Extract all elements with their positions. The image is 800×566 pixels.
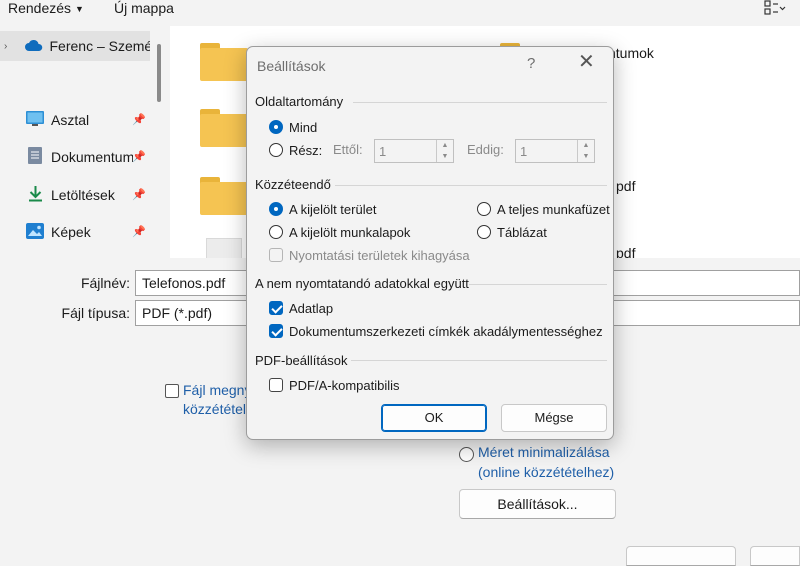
- nav-item-label: Ferenc – Személ: [49, 38, 151, 54]
- active-sheets-radio[interactable]: [269, 225, 283, 239]
- group-divider: [335, 185, 607, 186]
- pin-icon[interactable]: 📌: [132, 150, 146, 163]
- minimize-size-label[interactable]: Méret minimalizálása: [478, 444, 609, 460]
- file-icon[interactable]: [206, 238, 242, 258]
- open-after-publish-label-line2[interactable]: közzététel: [183, 401, 246, 417]
- open-after-publish-checkbox[interactable]: [165, 384, 179, 398]
- non-printing-heading: A nem nyomtatandó adatokkal együtt: [255, 276, 469, 291]
- nav-item-label: Dokumentum: [51, 149, 133, 165]
- document-properties-label[interactable]: Adatlap: [289, 301, 333, 316]
- chevron-right-icon: ›: [4, 40, 8, 52]
- new-folder-label: Új mappa: [114, 0, 174, 16]
- spin-up-icon[interactable]: ▲: [437, 140, 453, 151]
- ignore-print-areas-checkbox[interactable]: [269, 248, 283, 262]
- minimize-size-label-line2[interactable]: (online közzétételhez): [478, 464, 614, 480]
- nav-item-label: Letöltések: [51, 187, 115, 203]
- pictures-icon: [26, 222, 44, 242]
- open-after-publish-label[interactable]: Fájl megny: [183, 382, 251, 398]
- pin-icon[interactable]: 📌: [132, 225, 146, 238]
- cancel-button-partial[interactable]: [750, 546, 800, 566]
- help-icon[interactable]: ?: [527, 55, 535, 72]
- nav-item-desktop[interactable]: Asztal 📌: [0, 105, 150, 135]
- selection-label[interactable]: A kijelölt terület: [289, 202, 376, 217]
- pdf-options-heading: PDF-beállítások: [255, 353, 348, 368]
- spin-down-icon[interactable]: ▼: [578, 151, 594, 162]
- command-bar: Rendezés ▼ Új mappa: [0, 0, 800, 26]
- dialog-title: Beállítások: [257, 58, 326, 74]
- to-label: Eddig:: [467, 142, 504, 157]
- page-range-all-label[interactable]: Mind: [289, 120, 317, 135]
- table-radio[interactable]: [477, 225, 491, 239]
- file-name[interactable]: ntumok: [608, 45, 654, 61]
- nav-item-documents[interactable]: Dokumentum 📌: [0, 142, 150, 172]
- group-divider: [469, 284, 607, 285]
- save-button-partial[interactable]: [626, 546, 736, 566]
- folder-icon[interactable]: [200, 109, 248, 147]
- pin-icon[interactable]: 📌: [132, 113, 146, 126]
- nav-item-onedrive[interactable]: › Ferenc – Személ: [0, 31, 150, 61]
- document-properties-checkbox[interactable]: [269, 301, 283, 315]
- filename-label: Fájlnév:: [80, 275, 130, 291]
- file-name[interactable]: pdf: [616, 178, 635, 194]
- entire-workbook-radio[interactable]: [477, 202, 491, 216]
- nav-item-pictures[interactable]: Képek 📌: [0, 217, 150, 247]
- chevron-down-icon: ▼: [75, 4, 84, 14]
- options-dialog: Beállítások ? ✕ Oldaltartomány Mind Rész…: [246, 46, 614, 440]
- filetype-label: Fájl típusa:: [61, 305, 130, 321]
- document-icon: [28, 147, 42, 167]
- organize-label: Rendezés: [8, 0, 72, 16]
- download-arrow-icon: [28, 185, 43, 205]
- selection-radio[interactable]: [269, 202, 283, 216]
- page-range-heading: Oldaltartomány: [255, 94, 344, 109]
- structure-tags-checkbox[interactable]: [269, 324, 283, 338]
- pdfa-label[interactable]: PDF/A-kompatibilis: [289, 378, 400, 393]
- active-sheets-label[interactable]: A kijelölt munkalapok: [289, 225, 410, 240]
- pdfa-checkbox[interactable]: [269, 378, 283, 392]
- to-page-stepper[interactable]: 1 ▲ ▼: [515, 139, 595, 163]
- new-folder-button[interactable]: Új mappa: [114, 0, 174, 18]
- folder-icon[interactable]: [200, 43, 248, 81]
- desktop-icon: [26, 110, 44, 130]
- page-range-pages-radio[interactable]: [269, 143, 283, 157]
- ignore-print-areas-label: Nyomtatási területek kihagyása: [289, 248, 470, 263]
- page-range-all-radio[interactable]: [269, 120, 283, 134]
- minimize-size-radio[interactable]: [459, 447, 474, 462]
- nav-scrollbar[interactable]: [157, 44, 161, 102]
- spin-up-icon[interactable]: ▲: [578, 140, 594, 151]
- onedrive-cloud-icon: [24, 38, 44, 55]
- table-label[interactable]: Táblázat: [497, 225, 547, 240]
- publish-what-heading: Közzéteendő: [255, 177, 331, 192]
- organize-button[interactable]: Rendezés ▼: [8, 0, 84, 18]
- nav-item-label: Képek: [51, 224, 91, 240]
- page-range-pages-label[interactable]: Rész:: [289, 143, 322, 158]
- cancel-button[interactable]: Mégse: [501, 404, 607, 432]
- options-button[interactable]: Beállítások...: [459, 489, 616, 519]
- from-page-value: 1: [379, 144, 387, 159]
- navigation-pane: › Ferenc – Személ Asztal 📌 Dokumentum 📌 …: [0, 26, 160, 258]
- from-label: Ettől:: [333, 142, 363, 157]
- close-icon[interactable]: ✕: [578, 52, 595, 72]
- structure-tags-label[interactable]: Dokumentumszerkezeti címkék akadálymente…: [289, 324, 603, 339]
- nav-item-label: Asztal: [51, 112, 90, 128]
- group-divider: [351, 360, 607, 361]
- nav-item-downloads[interactable]: Letöltések 📌: [0, 180, 150, 210]
- group-divider: [353, 102, 607, 103]
- entire-workbook-label[interactable]: A teljes munkafüzet: [497, 202, 610, 217]
- to-page-value: 1: [520, 144, 528, 159]
- ok-button[interactable]: OK: [381, 404, 487, 432]
- pin-icon[interactable]: 📌: [132, 188, 146, 201]
- spin-down-icon[interactable]: ▼: [437, 151, 453, 162]
- from-page-stepper[interactable]: 1 ▲ ▼: [374, 139, 454, 163]
- folder-icon[interactable]: [200, 177, 248, 215]
- view-options-icon[interactable]: [764, 0, 786, 18]
